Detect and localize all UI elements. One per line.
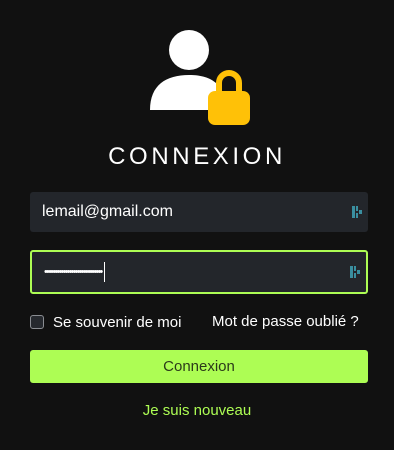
text-caret: [104, 262, 106, 282]
password-manager-icon[interactable]: [350, 265, 360, 279]
login-button[interactable]: Connexion: [30, 350, 368, 383]
register-link[interactable]: Je suis nouveau: [0, 402, 394, 419]
email-field[interactable]: lemail@gmail.com: [30, 192, 368, 232]
password-manager-icon[interactable]: [352, 205, 362, 219]
forgot-password-link[interactable]: Mot de passe oublié ?: [212, 313, 359, 331]
email-value: lemail@gmail.com: [42, 203, 173, 220]
remember-checkbox[interactable]: [30, 315, 44, 329]
page-title: CONNEXION: [108, 143, 286, 170]
password-field[interactable]: ••••••••••••••••••••••••••••: [30, 250, 368, 294]
user-lock-icon: [150, 30, 250, 125]
remember-label[interactable]: Se souvenir de moi: [53, 314, 181, 331]
password-value: ••••••••••••••••••••••••••••: [44, 266, 103, 278]
remember-me[interactable]: Se souvenir de moi: [30, 313, 181, 331]
